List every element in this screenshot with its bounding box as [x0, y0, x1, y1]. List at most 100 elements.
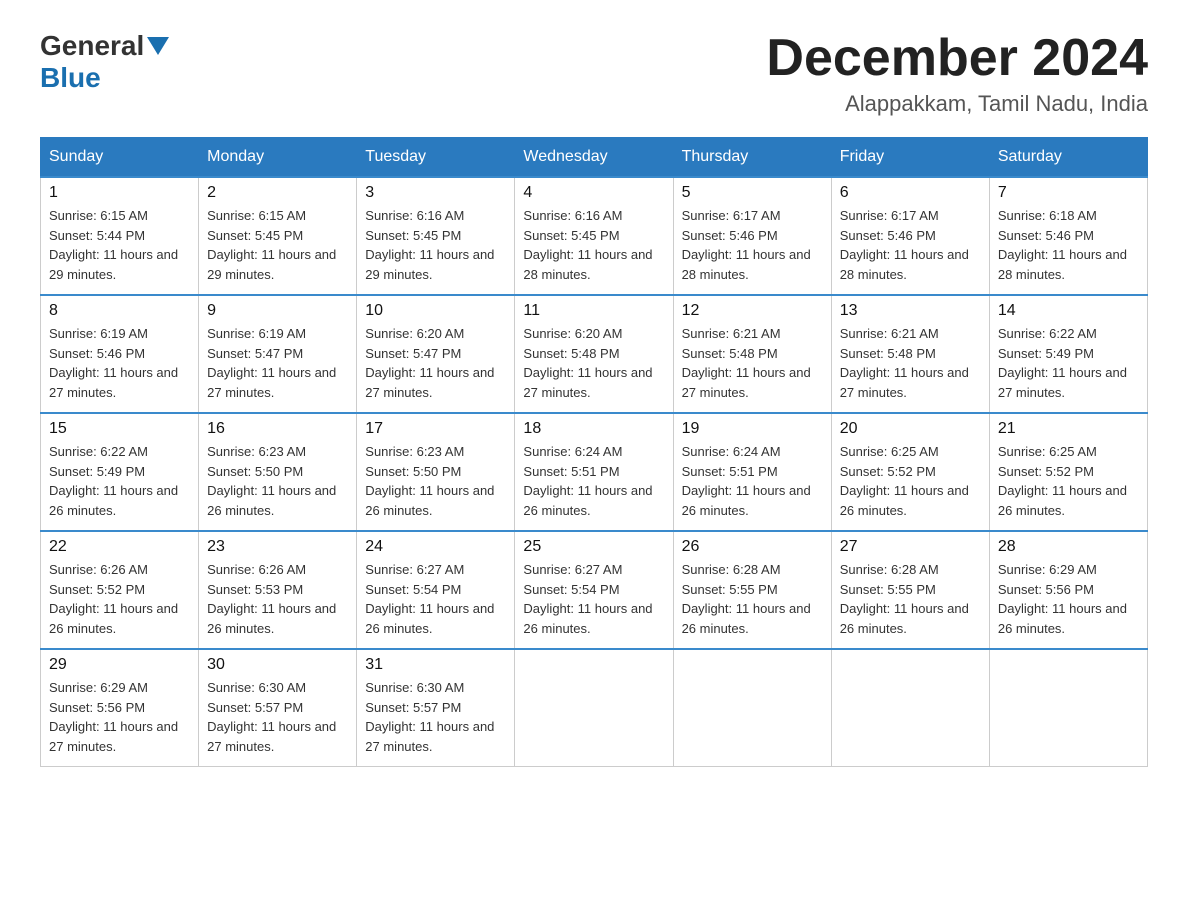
day-number: 22	[49, 538, 190, 556]
sunset-label: Sunset: 5:57 PM	[365, 700, 461, 715]
daylight-label: Daylight: 11 hours and 28 minutes.	[840, 247, 969, 282]
daylight-label: Daylight: 11 hours and 26 minutes.	[523, 601, 652, 636]
day-info: Sunrise: 6:24 AM Sunset: 5:51 PM Dayligh…	[523, 442, 664, 520]
day-number: 28	[998, 538, 1139, 556]
daylight-label: Daylight: 11 hours and 29 minutes.	[365, 247, 494, 282]
sunset-label: Sunset: 5:45 PM	[523, 228, 619, 243]
sunset-label: Sunset: 5:57 PM	[207, 700, 303, 715]
daylight-label: Daylight: 11 hours and 26 minutes.	[207, 601, 336, 636]
day-number: 29	[49, 656, 190, 674]
month-title: December 2024	[766, 30, 1148, 87]
day-info: Sunrise: 6:16 AM Sunset: 5:45 PM Dayligh…	[523, 206, 664, 284]
table-row: 15 Sunrise: 6:22 AM Sunset: 5:49 PM Dayl…	[41, 413, 199, 531]
day-number: 19	[682, 420, 823, 438]
day-info: Sunrise: 6:19 AM Sunset: 5:46 PM Dayligh…	[49, 324, 190, 402]
sunrise-label: Sunrise: 6:28 AM	[840, 562, 939, 577]
sunset-label: Sunset: 5:56 PM	[49, 700, 145, 715]
sunrise-label: Sunrise: 6:19 AM	[207, 326, 306, 341]
sunset-label: Sunset: 5:52 PM	[998, 464, 1094, 479]
day-info: Sunrise: 6:25 AM Sunset: 5:52 PM Dayligh…	[998, 442, 1139, 520]
table-row: 21 Sunrise: 6:25 AM Sunset: 5:52 PM Dayl…	[989, 413, 1147, 531]
day-number: 12	[682, 302, 823, 320]
day-number: 6	[840, 184, 981, 202]
sunrise-label: Sunrise: 6:20 AM	[523, 326, 622, 341]
daylight-label: Daylight: 11 hours and 28 minutes.	[523, 247, 652, 282]
table-row: 28 Sunrise: 6:29 AM Sunset: 5:56 PM Dayl…	[989, 531, 1147, 649]
day-number: 18	[523, 420, 664, 438]
sunset-label: Sunset: 5:55 PM	[682, 582, 778, 597]
day-number: 23	[207, 538, 348, 556]
sunset-label: Sunset: 5:46 PM	[840, 228, 936, 243]
day-info: Sunrise: 6:30 AM Sunset: 5:57 PM Dayligh…	[207, 678, 348, 756]
day-info: Sunrise: 6:20 AM Sunset: 5:47 PM Dayligh…	[365, 324, 506, 402]
daylight-label: Daylight: 11 hours and 26 minutes.	[365, 601, 494, 636]
sunset-label: Sunset: 5:48 PM	[682, 346, 778, 361]
table-row: 18 Sunrise: 6:24 AM Sunset: 5:51 PM Dayl…	[515, 413, 673, 531]
day-number: 21	[998, 420, 1139, 438]
day-number: 17	[365, 420, 506, 438]
sunrise-label: Sunrise: 6:23 AM	[365, 444, 464, 459]
daylight-label: Daylight: 11 hours and 26 minutes.	[840, 601, 969, 636]
day-number: 20	[840, 420, 981, 438]
table-row: 8 Sunrise: 6:19 AM Sunset: 5:46 PM Dayli…	[41, 295, 199, 413]
sunrise-label: Sunrise: 6:21 AM	[682, 326, 781, 341]
day-info: Sunrise: 6:27 AM Sunset: 5:54 PM Dayligh…	[365, 560, 506, 638]
day-info: Sunrise: 6:29 AM Sunset: 5:56 PM Dayligh…	[49, 678, 190, 756]
day-info: Sunrise: 6:16 AM Sunset: 5:45 PM Dayligh…	[365, 206, 506, 284]
table-row: 27 Sunrise: 6:28 AM Sunset: 5:55 PM Dayl…	[831, 531, 989, 649]
day-number: 31	[365, 656, 506, 674]
sunset-label: Sunset: 5:48 PM	[840, 346, 936, 361]
sunset-label: Sunset: 5:48 PM	[523, 346, 619, 361]
daylight-label: Daylight: 11 hours and 27 minutes.	[998, 365, 1127, 400]
sunrise-label: Sunrise: 6:15 AM	[207, 208, 306, 223]
header-monday: Monday	[199, 138, 357, 178]
daylight-label: Daylight: 11 hours and 27 minutes.	[682, 365, 811, 400]
sunrise-label: Sunrise: 6:16 AM	[365, 208, 464, 223]
calendar-week-row: 22 Sunrise: 6:26 AM Sunset: 5:52 PM Dayl…	[41, 531, 1148, 649]
daylight-label: Daylight: 11 hours and 26 minutes.	[207, 483, 336, 518]
logo: General Blue	[40, 30, 169, 94]
calendar-week-row: 8 Sunrise: 6:19 AM Sunset: 5:46 PM Dayli…	[41, 295, 1148, 413]
calendar-week-row: 15 Sunrise: 6:22 AM Sunset: 5:49 PM Dayl…	[41, 413, 1148, 531]
sunset-label: Sunset: 5:50 PM	[207, 464, 303, 479]
calendar-header-row: Sunday Monday Tuesday Wednesday Thursday…	[41, 138, 1148, 178]
table-row: 25 Sunrise: 6:27 AM Sunset: 5:54 PM Dayl…	[515, 531, 673, 649]
sunset-label: Sunset: 5:54 PM	[365, 582, 461, 597]
daylight-label: Daylight: 11 hours and 27 minutes.	[365, 365, 494, 400]
day-info: Sunrise: 6:18 AM Sunset: 5:46 PM Dayligh…	[998, 206, 1139, 284]
table-row: 26 Sunrise: 6:28 AM Sunset: 5:55 PM Dayl…	[673, 531, 831, 649]
table-row: 2 Sunrise: 6:15 AM Sunset: 5:45 PM Dayli…	[199, 177, 357, 295]
sunrise-label: Sunrise: 6:24 AM	[682, 444, 781, 459]
header-sunday: Sunday	[41, 138, 199, 178]
table-row: 6 Sunrise: 6:17 AM Sunset: 5:46 PM Dayli…	[831, 177, 989, 295]
daylight-label: Daylight: 11 hours and 26 minutes.	[682, 483, 811, 518]
day-info: Sunrise: 6:20 AM Sunset: 5:48 PM Dayligh…	[523, 324, 664, 402]
sunrise-label: Sunrise: 6:22 AM	[998, 326, 1097, 341]
sunrise-label: Sunrise: 6:17 AM	[840, 208, 939, 223]
day-number: 8	[49, 302, 190, 320]
table-row: 20 Sunrise: 6:25 AM Sunset: 5:52 PM Dayl…	[831, 413, 989, 531]
day-number: 25	[523, 538, 664, 556]
sunrise-label: Sunrise: 6:23 AM	[207, 444, 306, 459]
title-section: December 2024 Alappakkam, Tamil Nadu, In…	[766, 30, 1148, 117]
table-row: 16 Sunrise: 6:23 AM Sunset: 5:50 PM Dayl…	[199, 413, 357, 531]
sunset-label: Sunset: 5:49 PM	[49, 464, 145, 479]
day-number: 10	[365, 302, 506, 320]
sunrise-label: Sunrise: 6:22 AM	[49, 444, 148, 459]
day-number: 9	[207, 302, 348, 320]
sunrise-label: Sunrise: 6:17 AM	[682, 208, 781, 223]
daylight-label: Daylight: 11 hours and 26 minutes.	[998, 483, 1127, 518]
sunset-label: Sunset: 5:53 PM	[207, 582, 303, 597]
day-number: 1	[49, 184, 190, 202]
day-number: 2	[207, 184, 348, 202]
daylight-label: Daylight: 11 hours and 26 minutes.	[998, 601, 1127, 636]
day-info: Sunrise: 6:21 AM Sunset: 5:48 PM Dayligh…	[840, 324, 981, 402]
daylight-label: Daylight: 11 hours and 26 minutes.	[49, 483, 178, 518]
day-info: Sunrise: 6:17 AM Sunset: 5:46 PM Dayligh…	[682, 206, 823, 284]
day-info: Sunrise: 6:26 AM Sunset: 5:52 PM Dayligh…	[49, 560, 190, 638]
day-number: 30	[207, 656, 348, 674]
day-info: Sunrise: 6:15 AM Sunset: 5:45 PM Dayligh…	[207, 206, 348, 284]
sunrise-label: Sunrise: 6:25 AM	[998, 444, 1097, 459]
daylight-label: Daylight: 11 hours and 27 minutes.	[365, 719, 494, 754]
sunrise-label: Sunrise: 6:25 AM	[840, 444, 939, 459]
